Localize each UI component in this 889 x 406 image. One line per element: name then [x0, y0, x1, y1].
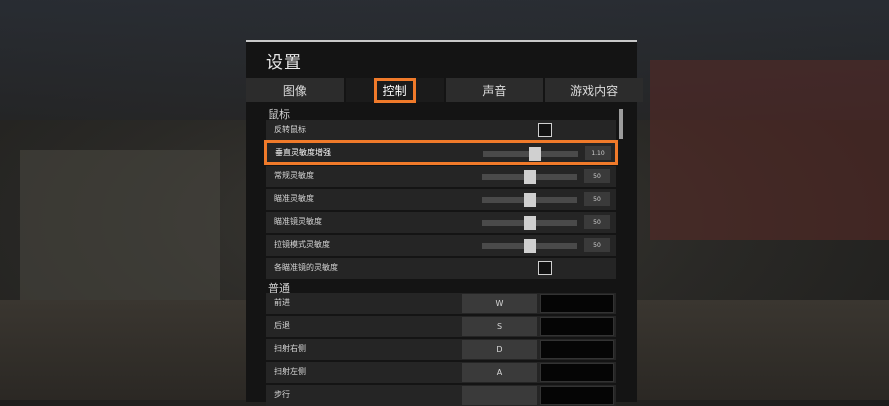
slider-track[interactable]	[482, 216, 577, 230]
row-label: 拉镜模式灵敏度	[274, 240, 330, 249]
secondary-key-button[interactable]	[540, 363, 614, 382]
row-label: 扫射右侧	[274, 344, 306, 353]
aim-sensitivity-row: 瞄准灵敏度 50	[266, 189, 616, 210]
slider-handle[interactable]	[523, 170, 536, 184]
tab-label: 声音	[482, 83, 507, 98]
row-label: 前进	[274, 298, 290, 307]
secondary-key-button[interactable]	[540, 340, 614, 359]
slider-value: 1.10	[585, 146, 611, 160]
keybind-row-forward: 前进 W	[266, 293, 616, 314]
row-label: 步行	[274, 390, 290, 399]
per-scope-sensitivity-row: 各瞄准镜的灵敏度	[266, 258, 616, 279]
keybind-row-strafe-right: 扫射右侧 D	[266, 339, 616, 360]
slider-value: 50	[584, 238, 610, 252]
row-label: 扫射左侧	[274, 367, 306, 376]
background-building	[20, 150, 220, 300]
background-container	[650, 60, 889, 240]
slider-handle[interactable]	[523, 216, 536, 230]
tab-controls[interactable]: 控制	[345, 77, 446, 103]
keybind-row-strafe-left: 扫射左侧 A	[266, 362, 616, 383]
row-label: 后退	[274, 321, 290, 330]
invert-mouse-row: 反转鼠标	[266, 120, 616, 141]
settings-tabs: 图像 控制 声音 游戏内容	[246, 77, 643, 103]
page-title: 设置	[266, 53, 302, 73]
slider-track[interactable]	[482, 170, 577, 184]
scope-sensitivity-row: 瞄准镜灵敏度 50	[266, 212, 616, 233]
slider-track[interactable]	[482, 239, 577, 253]
row-label: 反转鼠标	[274, 125, 306, 134]
slider-value: 50	[584, 192, 610, 206]
primary-key-button[interactable]	[462, 386, 537, 405]
row-label: 瞄准镜灵敏度	[274, 217, 322, 226]
tab-graphics[interactable]: 图像	[246, 78, 346, 102]
slider-value: 50	[584, 215, 610, 229]
tab-label: 控制	[373, 77, 416, 103]
slider-handle[interactable]	[529, 147, 542, 161]
scrollbar[interactable]	[619, 109, 623, 139]
secondary-key-button[interactable]	[540, 294, 614, 313]
per-scope-checkbox[interactable]	[538, 261, 552, 275]
slider-track[interactable]	[482, 193, 577, 207]
slider-track[interactable]	[483, 147, 578, 161]
row-label: 各瞄准镜的灵敏度	[274, 263, 338, 272]
slider-handle[interactable]	[523, 193, 536, 207]
tab-label: 图像	[282, 83, 307, 98]
keybind-row-backward: 后退 S	[266, 316, 616, 337]
slider-handle[interactable]	[523, 239, 536, 253]
row-label: 瞄准灵敏度	[274, 194, 314, 203]
secondary-key-button[interactable]	[540, 317, 614, 336]
secondary-key-button[interactable]	[540, 386, 614, 405]
keybind-row-walk: 步行	[266, 385, 616, 406]
invert-mouse-checkbox[interactable]	[538, 123, 552, 137]
tab-sound[interactable]: 声音	[445, 78, 546, 102]
primary-key-button[interactable]: D	[462, 340, 537, 359]
primary-key-button[interactable]: W	[462, 294, 537, 313]
settings-panel: 设置 图像 控制 声音 游戏内容 鼠标 反转鼠标 垂直灵敏度增强 1.10 常规…	[246, 40, 643, 406]
row-label: 垂直灵敏度增强	[275, 148, 331, 157]
row-label: 常规灵敏度	[274, 171, 314, 180]
primary-key-button[interactable]: S	[462, 317, 537, 336]
vertical-sensitivity-row: 垂直灵敏度增强 1.10	[264, 140, 618, 165]
tab-label: 游戏内容	[570, 83, 619, 98]
tab-gameplay[interactable]: 游戏内容	[545, 78, 643, 102]
general-sensitivity-row: 常规灵敏度 50	[266, 166, 616, 187]
slider-value: 50	[584, 169, 610, 183]
primary-key-button[interactable]: A	[462, 363, 537, 382]
zoom-sensitivity-row: 拉镜模式灵敏度 50	[266, 235, 616, 256]
